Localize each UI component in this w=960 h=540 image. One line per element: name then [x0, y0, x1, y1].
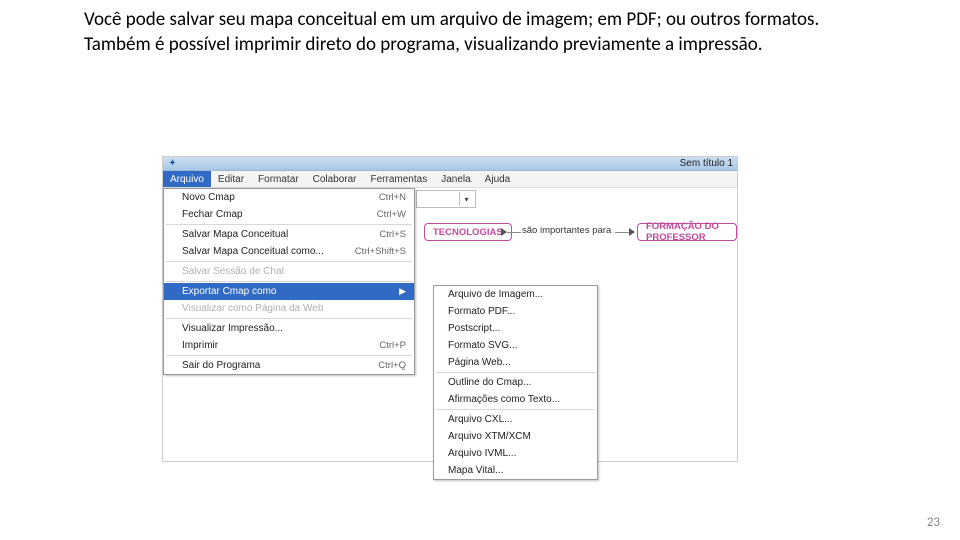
menu-separator	[166, 355, 412, 356]
submenu-separator	[436, 372, 595, 373]
menu-item-visualizar-web: Visualizar como Página da Web	[164, 300, 414, 317]
document-body: Você pode salvar seu mapa conceitual em …	[0, 0, 960, 57]
menu-colaborar[interactable]: Colaborar	[306, 171, 364, 187]
menu-item-visualizar-impressao[interactable]: Visualizar Impressão...	[164, 320, 414, 337]
submenu-item-svg[interactable]: Formato SVG...	[434, 337, 597, 354]
concept-node-tecnologias[interactable]: TECNOLOGIAS	[424, 223, 512, 241]
toolbar-dropdown-remnant[interactable]: ▾	[416, 190, 476, 208]
menu-janela[interactable]: Janela	[434, 171, 477, 187]
edge-line-2	[615, 232, 629, 233]
menu-item-fechar-cmap[interactable]: Fechar CmapCtrl+W	[164, 206, 414, 223]
export-submenu: Arquivo de Imagem... Formato PDF... Post…	[433, 285, 598, 480]
menu-item-sair[interactable]: Sair do ProgramaCtrl+Q	[164, 357, 414, 374]
submenu-item-postscript[interactable]: Postscript...	[434, 320, 597, 337]
submenu-item-ivml[interactable]: Arquivo IVML...	[434, 445, 597, 462]
submenu-item-afirmacoes[interactable]: Afirmações como Texto...	[434, 391, 597, 408]
concept-node-formacao[interactable]: FORMAÇÃO DO PROFESSOR	[637, 223, 737, 241]
menu-separator	[166, 224, 412, 225]
menu-ajuda[interactable]: Ajuda	[478, 171, 518, 187]
page-number: 23	[927, 515, 940, 530]
menu-editar[interactable]: Editar	[211, 171, 251, 187]
submenu-item-imagem[interactable]: Arquivo de Imagem...	[434, 286, 597, 303]
menu-item-salvar-como[interactable]: Salvar Mapa Conceitual como...Ctrl+Shift…	[164, 243, 414, 260]
submenu-item-xtm[interactable]: Arquivo XTM/XCM	[434, 428, 597, 445]
menu-item-novo-cmap[interactable]: Novo CmapCtrl+N	[164, 189, 414, 206]
menu-separator	[166, 318, 412, 319]
menu-item-exportar-como[interactable]: Exportar Cmap como▶	[164, 283, 414, 300]
edge-line-1	[507, 232, 521, 233]
submenu-item-cxl[interactable]: Arquivo CXL...	[434, 411, 597, 428]
arrow-right-icon-2	[629, 228, 635, 236]
app-icon: ✦	[167, 158, 178, 169]
edge-label: são importantes para	[522, 225, 611, 236]
menu-separator	[166, 281, 412, 282]
menu-formatar[interactable]: Formatar	[251, 171, 306, 187]
submenu-arrow-icon: ▶	[393, 286, 406, 297]
app-screenshot: ✦ Sem título 1 Arquivo Editar Formatar C…	[162, 156, 738, 462]
titlebar: ✦ Sem título 1	[163, 157, 737, 171]
paragraph-2: Também é possível imprimir direto do pro…	[24, 33, 936, 57]
menu-item-imprimir[interactable]: ImprimirCtrl+P	[164, 337, 414, 354]
window-title: Sem título 1	[680, 158, 733, 169]
paragraph-1: Você pode salvar seu mapa conceitual em …	[24, 8, 936, 32]
file-menu-dropdown: Novo CmapCtrl+N Fechar CmapCtrl+W Salvar…	[163, 188, 415, 375]
menubar: Arquivo Editar Formatar Colaborar Ferram…	[163, 171, 737, 188]
submenu-item-outline[interactable]: Outline do Cmap...	[434, 374, 597, 391]
menu-arquivo[interactable]: Arquivo	[163, 171, 211, 187]
menu-item-salvar-chat: Salvar Sessão de Chat	[164, 263, 414, 280]
chevron-down-icon: ▾	[459, 192, 473, 206]
submenu-item-pagina-web[interactable]: Página Web...	[434, 354, 597, 371]
submenu-item-pdf[interactable]: Formato PDF...	[434, 303, 597, 320]
menu-item-salvar[interactable]: Salvar Mapa ConceitualCtrl+S	[164, 226, 414, 243]
submenu-separator	[436, 409, 595, 410]
submenu-item-mapa-vital[interactable]: Mapa Vital...	[434, 462, 597, 479]
menu-separator	[166, 261, 412, 262]
menu-ferramentas[interactable]: Ferramentas	[364, 171, 435, 187]
